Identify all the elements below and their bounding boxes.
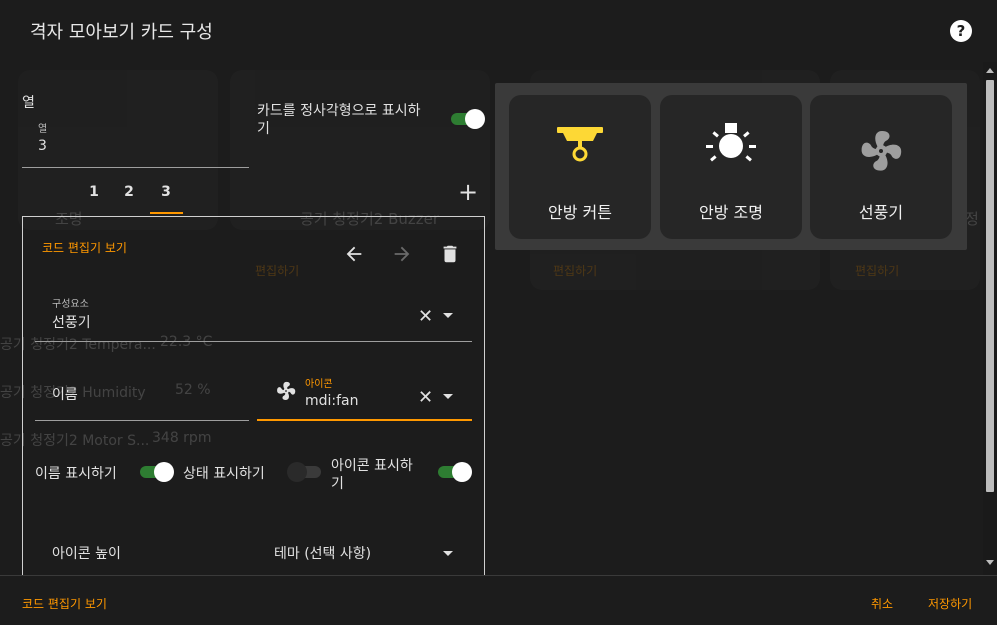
square-label: 카드를 정사각형으로 표시하	[257, 103, 421, 119]
code-editor-button[interactable]: 코드 편집기 보기	[22, 595, 107, 612]
icon-field-underline	[257, 419, 472, 421]
plus-icon[interactable]: +	[455, 178, 481, 206]
component-field[interactable]: 선풍기	[52, 312, 91, 332]
preview-card-curtain[interactable]: 안방 커튼	[509, 95, 651, 239]
preview-card-name: 안방 커튼	[548, 203, 612, 222]
show-name-toggle[interactable]	[138, 462, 174, 482]
icon-field-label: 아이콘	[305, 379, 333, 390]
chevron-down-icon[interactable]	[443, 394, 453, 399]
chevron-down-icon[interactable]	[443, 313, 453, 318]
dialog-title: 격자 모아보기 카드 구성	[30, 22, 213, 43]
card-editor-box: 코드 편집기 보기 구성요소 선풍기 ✕ 이름 아이콘 mdi:fan ✕ 이름…	[22, 216, 485, 586]
name-field-underline	[35, 420, 249, 421]
chevron-down-icon[interactable]	[443, 551, 453, 556]
tab-3[interactable]: 3	[150, 184, 182, 200]
preview-card-name: 선풍기	[858, 203, 904, 222]
show-icon-toggle[interactable]	[436, 462, 472, 482]
tab-1[interactable]: 1	[78, 184, 110, 200]
theme-select[interactable]: 테마 (선택 사항)	[274, 543, 371, 563]
name-field-label: 이름	[52, 387, 78, 403]
preview-card-name: 안방 조명	[699, 203, 763, 222]
bg-side-label: 정	[965, 210, 979, 228]
icon-height-field[interactable]: 아이콘 높이	[52, 543, 121, 563]
lightbulb-on-icon	[706, 123, 756, 162]
active-tab-indicator	[150, 212, 183, 214]
columns-field-label: 열	[38, 124, 48, 135]
component-field-underline	[35, 341, 472, 342]
component-field-label: 구성요소	[52, 299, 89, 310]
bg-edit-label: 편집하기	[855, 264, 900, 278]
help-circle-icon[interactable]: ?	[950, 20, 972, 42]
save-button[interactable]: 저장하기	[928, 595, 972, 612]
clear-icon[interactable]: ✕	[418, 387, 433, 408]
clear-icon[interactable]: ✕	[418, 306, 433, 327]
show-icon-label-wrap: 기	[331, 476, 344, 492]
square-toggle[interactable]	[449, 109, 485, 129]
bg-edit-label: 편집하기	[553, 264, 598, 278]
scroll-up-icon[interactable]	[986, 68, 994, 73]
columns-field-underline	[22, 167, 249, 168]
fan-icon	[277, 381, 296, 400]
columns-heading: 열	[22, 95, 35, 111]
columns-field[interactable]: 3	[38, 138, 47, 154]
scrollbar[interactable]	[983, 62, 997, 575]
show-state-toggle[interactable]	[287, 462, 323, 482]
preview-card-fan[interactable]: 선풍기	[810, 95, 952, 239]
card-config-dialog: 조명 공기 청정기2 Buzzer 편집하기 편집하기 편집하기 공기 청정기2…	[0, 0, 997, 625]
show-state-label: 상태 표시하기	[183, 466, 265, 482]
arrow-right-icon[interactable]	[389, 243, 415, 265]
dialog-footer: 코드 편집기 보기 취소 저장하기	[0, 575, 997, 625]
arrow-left-icon[interactable]	[341, 243, 367, 265]
scroll-thumb[interactable]	[986, 80, 994, 492]
icon-field[interactable]: mdi:fan	[305, 393, 359, 409]
tab-2[interactable]: 2	[113, 184, 145, 200]
show-name-label: 이름 표시하기	[35, 466, 117, 482]
card-preview: 안방 커튼 안방 조명 선풍기	[495, 83, 967, 250]
scroll-down-icon[interactable]	[986, 560, 994, 565]
cancel-button[interactable]: 취소	[871, 595, 893, 612]
show-icon-label: 아이콘 표시하	[331, 458, 413, 474]
dialog-header: 격자 모아보기 카드 구성 ?	[0, 0, 997, 62]
card-editor: 열 열 3 카드를 정사각형으로 표시하 기 1 2 3 + 코드 편집기 보기…	[0, 62, 495, 586]
trash-icon[interactable]	[437, 243, 463, 265]
square-label-wrap: 기	[257, 121, 270, 137]
preview-card-light[interactable]: 안방 조명	[660, 95, 802, 239]
code-editor-link[interactable]: 코드 편집기 보기	[42, 239, 127, 256]
fan-icon	[861, 131, 902, 171]
ceiling-fixture-icon	[557, 127, 603, 162]
